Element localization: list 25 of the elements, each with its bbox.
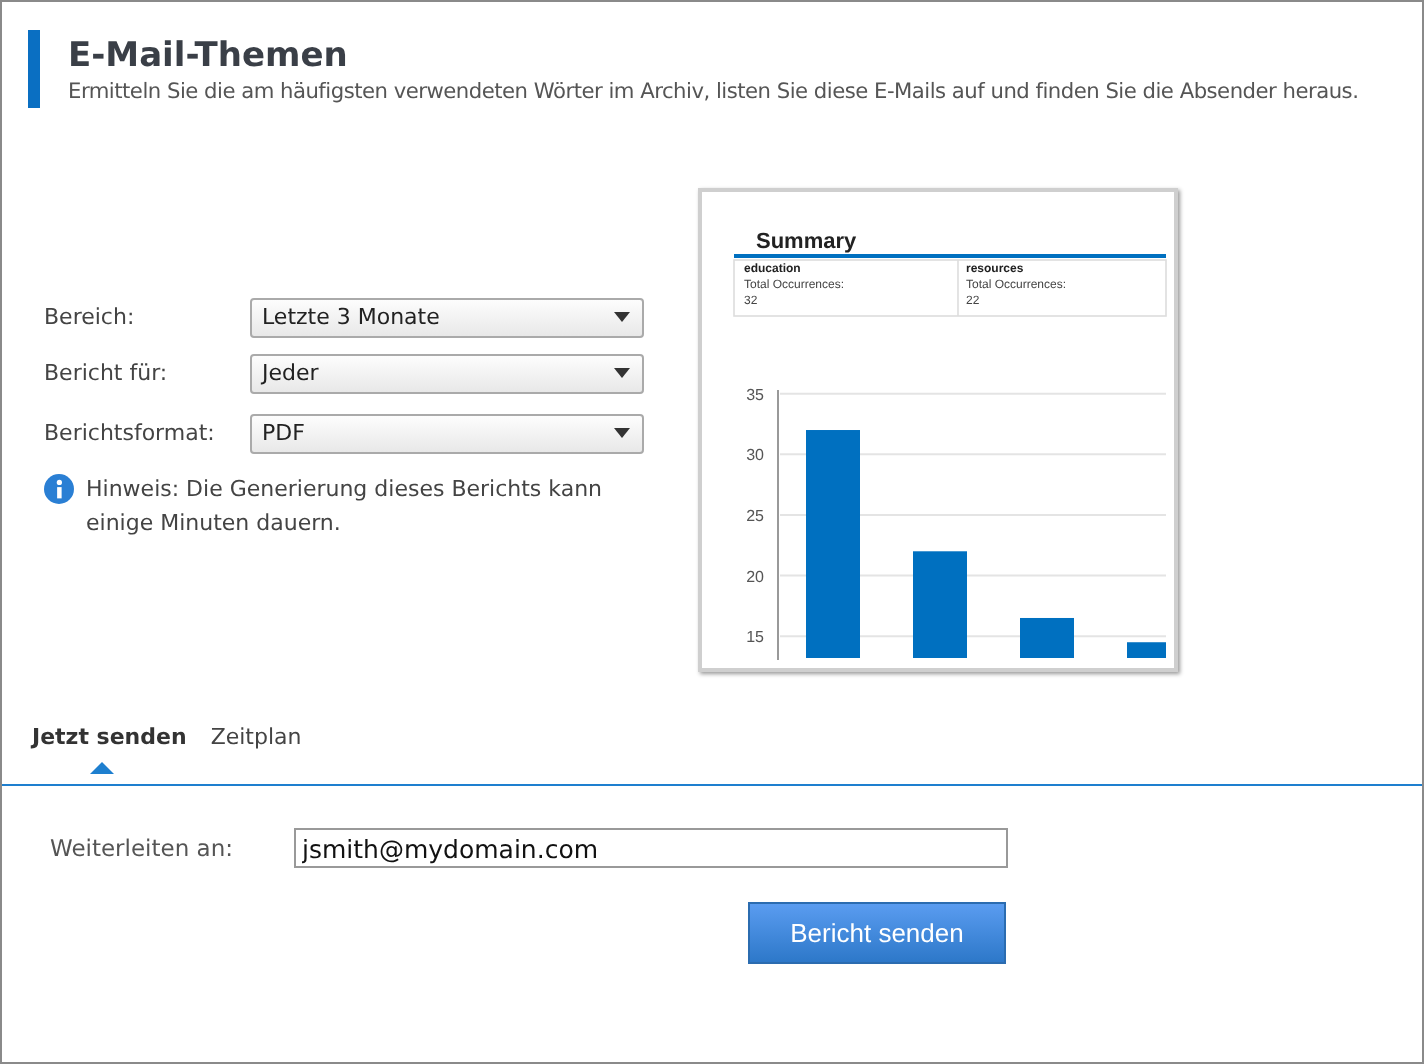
field-label: Bereich: bbox=[44, 304, 137, 330]
info-icon bbox=[44, 474, 74, 504]
tab[interactable]: Zeitplan bbox=[210, 720, 302, 760]
email-field[interactable]: jsmith@mydomain.com bbox=[294, 828, 1008, 868]
page-description: Ermitteln Sie die am häufigsten verwendeten Wörter im Archiv, listen Sie diese E-Mails auf und finden Sie die Absender heraus. bbox=[68, 80, 1359, 104]
y-tick-label: 25 bbox=[746, 506, 764, 525]
y-tick-label: 15 bbox=[746, 628, 764, 647]
preview-title: Summary bbox=[756, 230, 857, 254]
caret-icon bbox=[614, 312, 630, 322]
tab-pointer-icon bbox=[90, 762, 114, 774]
page-title: E-Mail-Themen bbox=[68, 36, 350, 76]
dropdown[interactable]: Letzte 3 Monate bbox=[250, 297, 644, 337]
dropdown[interactable]: Jeder bbox=[250, 353, 644, 393]
caret-icon bbox=[614, 368, 630, 378]
dropdown[interactable]: PDF bbox=[250, 413, 644, 453]
y-tick-label: 20 bbox=[746, 567, 764, 586]
caret-icon bbox=[614, 428, 630, 438]
field-label: Weiterleiten an: bbox=[50, 834, 235, 862]
y-tick-label: 35 bbox=[746, 385, 764, 404]
send-report-button[interactable]: Bericht senden bbox=[748, 902, 1006, 964]
hint-text: Hinweis: Die Generierung dieses Berichts kann einige Minuten dauern. bbox=[86, 474, 605, 540]
field-label: Berichtsformat: bbox=[44, 420, 217, 446]
y-tick-label: 30 bbox=[746, 446, 764, 465]
field-label: Bericht für: bbox=[44, 360, 170, 386]
tab[interactable]: Jetzt senden bbox=[32, 720, 187, 760]
